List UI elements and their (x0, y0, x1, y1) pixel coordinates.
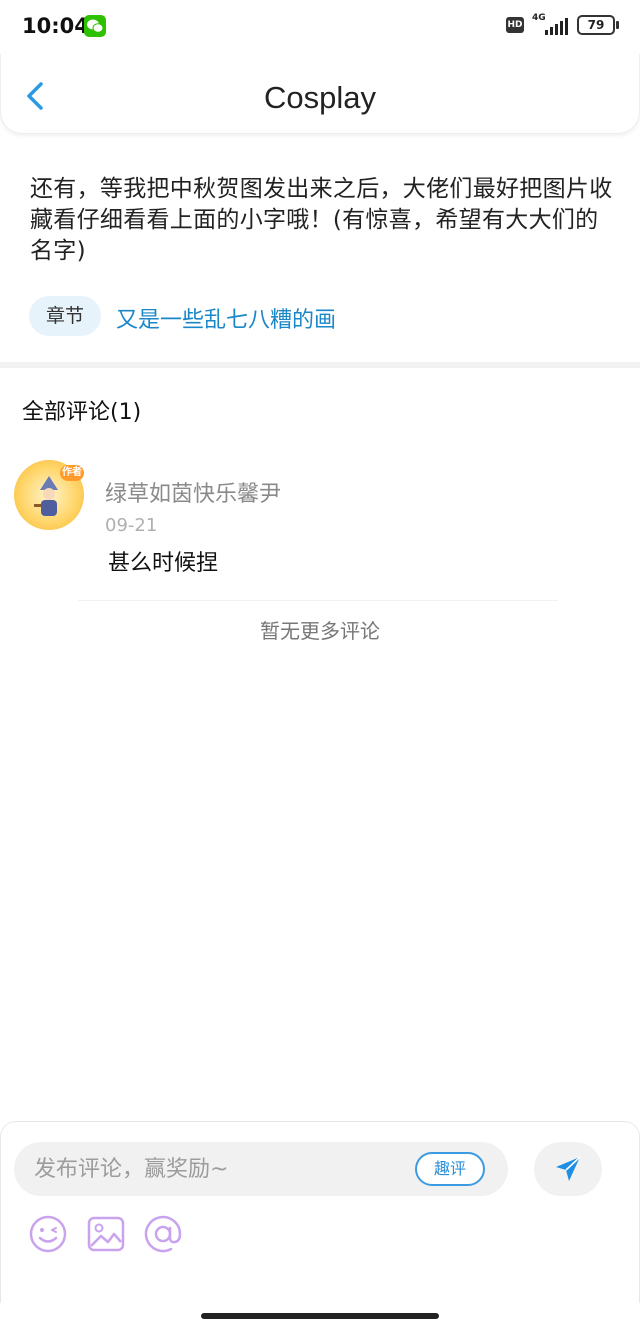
battery-tip (616, 21, 619, 29)
comment-user-name[interactable]: 绿草如茵快乐馨尹 (105, 476, 281, 508)
chapter-tag: 章节 (29, 296, 101, 336)
emoji-icon (29, 1215, 67, 1253)
home-indicator[interactable] (201, 1313, 439, 1319)
page-title: Cosplay (264, 80, 376, 115)
comment-text: 甚么时候捏 (108, 551, 219, 576)
avatar-figure (34, 476, 58, 516)
image-button[interactable] (86, 1214, 126, 1254)
send-button[interactable] (534, 1142, 602, 1196)
network-type: 4G (532, 13, 546, 23)
signal-icon: 4G (532, 13, 570, 37)
fun-review-button[interactable]: 趣评 (415, 1152, 485, 1186)
author-badge: 作者 (60, 465, 84, 481)
mention-button[interactable] (143, 1214, 183, 1254)
at-icon (144, 1215, 182, 1253)
no-more-comments: 暂无更多评论 (260, 619, 380, 643)
battery-icon: 79 (577, 15, 615, 35)
comment-date: 09-21 (105, 515, 158, 536)
wechat-icon (84, 15, 106, 37)
hd-icon: HD (506, 17, 524, 33)
header-bar: Cosplay (0, 54, 640, 134)
emoji-button[interactable] (28, 1214, 68, 1254)
status-time: 10:04 (22, 14, 89, 38)
send-icon (556, 1156, 581, 1181)
post-text: 还有，等我把中秋贺图发出来之后，大佬们最好把图片收藏看仔细看看上面的小字哦！(有… (30, 176, 613, 264)
comment-composer: 趣评 (0, 1121, 640, 1303)
section-divider (0, 362, 640, 368)
chapter-link[interactable]: 又是一些乱七八糟的画 (116, 302, 336, 334)
comment-divider (78, 600, 558, 601)
status-bar: 10:04 HD 4G 79 (0, 0, 640, 54)
comments-header: 全部评论(1) (22, 400, 142, 425)
image-icon (87, 1216, 125, 1252)
